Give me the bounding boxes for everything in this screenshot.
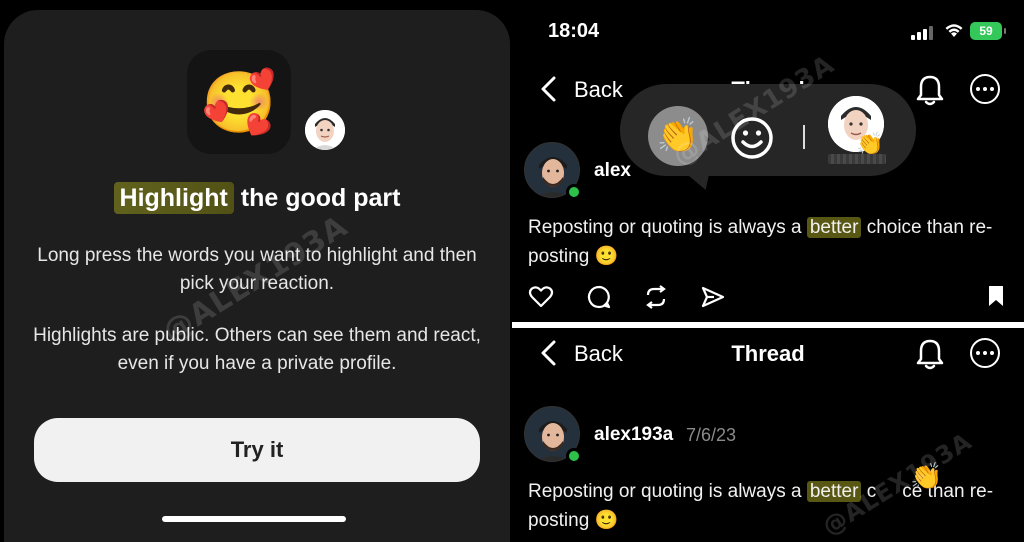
try-it-button[interactable]: Try it [34,418,480,482]
smiling-hearts-emoji-icon: 🥰 [201,67,277,138]
smiling-hearts-emoji-tile: 🥰 [187,50,291,154]
bookmark-icon[interactable] [986,284,1006,308]
slightly-smiling-emoji-icon: 🙂 [594,509,619,531]
online-indicator [566,448,582,464]
clapping-hands-reaction-button[interactable]: 👏 [648,106,708,166]
post-text-mid: c [861,481,877,502]
author-username[interactable]: alex193a [594,424,673,446]
clapping-hands-icon: 👏 [656,116,700,156]
post-text[interactable]: Reposting or quoting is always a better … [528,213,1018,271]
battery-icon: 59 [970,22,1006,40]
headline-text: the good part [233,184,401,212]
avatar [302,107,348,153]
post-text-start: Reposting or quoting is always a [528,481,807,502]
reaction-bar-divider [803,125,805,149]
bell-icon[interactable] [916,338,944,370]
highlighted-word[interactable]: better [806,481,862,502]
onboarding-sheet: 🥰 Highlight the good part Long press the… [4,10,510,542]
more-options-icon[interactable] [970,338,1000,368]
threads-panel: 18:04 59 Back Thread [512,0,1024,542]
repost-icon[interactable] [643,284,669,310]
back-button[interactable]: Back [574,341,623,367]
blurred-username [828,154,886,164]
post-date: 7/6/23 [686,425,737,445]
post-text-start: Reposting or quoting is always a [528,217,807,238]
signal-icon [911,26,933,40]
headline-highlight: Highlight [113,182,234,214]
comment-icon[interactable] [586,284,612,310]
clapping-hands-reaction-icon[interactable]: 👏 [910,462,942,492]
highlighted-word[interactable]: better [806,217,862,238]
back-button[interactable]: Back [574,77,623,103]
more-options-icon[interactable] [970,74,1000,104]
highlight-onboarding-panel: 🥰 Highlight the good part Long press the… [0,0,512,542]
status-bar: 18:04 59 [512,18,1024,46]
online-indicator [566,184,582,200]
home-indicator[interactable] [162,516,346,522]
wifi-icon [945,24,963,37]
heart-icon[interactable] [528,284,554,310]
author-username[interactable]: alex [594,160,631,182]
instructions-text: Long press the words you want to highlig… [37,245,477,294]
slightly-smiling-emoji-icon: 🙂 [594,245,619,267]
post-text[interactable]: Reposting or quoting is always a better … [528,477,1018,535]
post-actions [526,284,1010,312]
share-icon[interactable] [700,284,726,310]
privacy-note-text: Highlights are public. Others can see th… [33,325,481,374]
nav-title: Thread [731,341,805,366]
page-title: Highlight the good part [4,182,510,214]
bottom-nav-bar: Back Thread [512,328,1024,378]
chevron-left-icon[interactable] [538,76,560,102]
chevron-left-icon[interactable] [538,340,560,366]
bell-icon[interactable] [916,74,944,106]
status-time: 18:04 [548,20,600,42]
smile-icon[interactable] [730,116,774,160]
